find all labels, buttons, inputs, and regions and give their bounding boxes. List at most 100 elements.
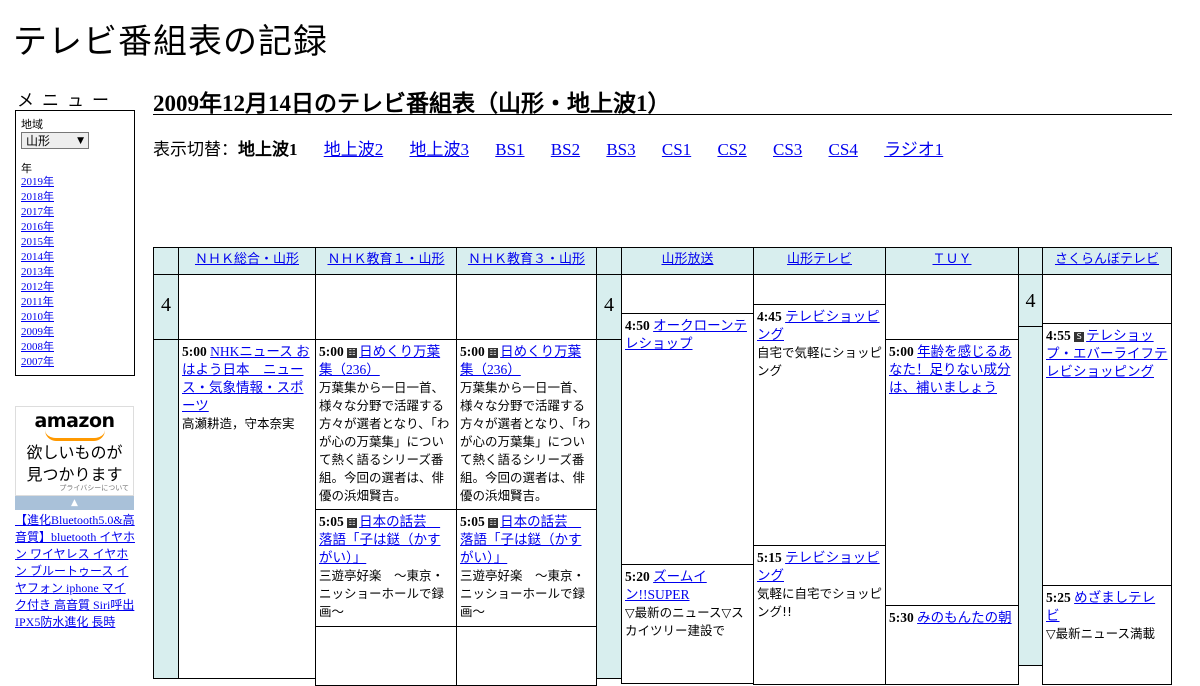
channel-header: さくらんぼテレビ [1042,247,1172,275]
hour-column [1018,326,1043,666]
switch-link-bs2[interactable]: BS2 [551,140,580,159]
program-title-link[interactable]: みのもんたの朝 [917,610,1012,625]
program-desc: ▽最新ニュース満載 [1046,626,1155,641]
region-label: 地域 [21,118,43,131]
year-link[interactable]: 2012年 [21,281,54,293]
region-select-value: 山形 [26,134,51,148]
program-desc: 自宅で気軽にショッピング [757,345,883,378]
program-desc: 気軽に自宅でショッピング!! [757,586,883,619]
hour-label: 4 [153,274,179,340]
data-broadcast-icon: ☷ [488,518,499,528]
switch-link-bs1[interactable]: BS1 [495,140,524,159]
empty-slot [885,274,1019,340]
site-title: テレビ番組表の記録 [13,22,328,62]
program-time: 5:00 [889,344,914,359]
program-cell: 4:50 オークローンテレショップ [621,313,754,565]
program-time: 5:05 [460,514,485,529]
ad-scroll-up-button[interactable]: ▲ [15,496,134,510]
program-cell: 4:55 S テレショップ・エバーライフテレビショッピング [1042,323,1172,586]
hour-label: 4 [596,274,622,340]
hour-column [596,339,622,679]
channel-link[interactable]: 山形放送 [661,252,713,267]
year-link[interactable]: 2007年 [21,356,54,368]
year-link[interactable]: 2016年 [21,221,54,233]
year-link[interactable]: 2014年 [21,251,54,263]
amazon-ad[interactable]: amazon 欲しいものが 見つかります プライバシーについて [15,406,134,496]
year-link[interactable]: 2008年 [21,341,54,353]
hour-column [153,339,179,679]
program-cell: 5:15 テレビショッピング 気軽に自宅でショッピング!! [753,545,886,685]
year-link[interactable]: 2010年 [21,311,54,323]
empty-slot [178,274,316,340]
year-link[interactable]: 2009年 [21,326,54,338]
switch-link-cs1[interactable]: CS1 [662,140,691,159]
empty-slot [621,274,754,314]
channel-link[interactable]: ＮＨＫ教育３・山形 [468,252,585,267]
program-time: 5:15 [757,550,782,565]
channel-header: ＴＵＹ [885,247,1019,275]
channel-header: ＮＨＫ総合・山形 [178,247,316,275]
channel-link[interactable]: ＮＨＫ教育１・山形 [327,252,444,267]
year-list: 2019年 2018年 2017年 2016年 2015年 2014年 2013… [21,175,54,370]
year-link[interactable]: 2013年 [21,266,54,278]
program-desc: 三遊亭好楽 ～東京・ニッショーホールで録画～ [319,568,445,619]
ad-privacy-link[interactable]: プライバシーについて [59,483,129,493]
menu-box: 地域 山形 ▼ 年 2019年 2018年 2017年 2016年 2015年 … [15,110,135,376]
program-time: 5:00 [182,344,207,359]
ad-product-link[interactable]: 【進化Bluetooth5.0&高音質】bluetooth イヤホン ワイヤレス… [15,512,137,631]
switch-link-radio1[interactable]: ラジオ1 [884,140,943,159]
program-desc: ▽最新のニュース▽スカイツリー建設で [625,605,744,638]
program-time: 5:05 [319,514,344,529]
channel-header: ＮＨＫ教育３・山形 [456,247,597,275]
hour-label: 4 [1018,274,1043,327]
year-link[interactable]: 2017年 [21,206,54,218]
program-time: 5:20 [625,569,650,584]
amazon-logo: amazon [34,410,115,432]
switch-link-cs3[interactable]: CS3 [773,140,802,159]
switch-link-terrestrial2[interactable]: 地上波2 [324,140,384,159]
channel-link[interactable]: 山形テレビ [787,252,852,267]
program-time: 5:25 [1046,590,1071,605]
year-link[interactable]: 2019年 [21,176,54,188]
data-broadcast-icon: ☷ [347,348,358,358]
program-time: 5:00 [460,344,485,359]
year-label: 年 [21,162,32,175]
region-select[interactable]: 山形 ▼ [21,132,89,149]
empty-slot [456,274,597,340]
switch-link-terrestrial3[interactable]: 地上波3 [410,140,470,159]
channel-link[interactable]: ＴＵＹ [932,252,971,267]
program-desc: 三遊亭好楽 ～東京・ニッショーホールで録画～ [460,568,586,619]
empty-slot [1042,274,1172,324]
program-cell: 5:00 NHKニュース おはよう日本 ニュース・気象情報・スポーツ 高瀬耕造，… [178,339,316,679]
channel-header: ＮＨＫ教育１・山形 [315,247,457,275]
year-link[interactable]: 2015年 [21,236,54,248]
data-broadcast-icon: ☷ [488,348,499,358]
channel-link[interactable]: さくらんぼテレビ [1055,252,1159,267]
switch-link-cs2[interactable]: CS2 [717,140,746,159]
channel-header: 山形放送 [621,247,754,275]
program-time: 5:30 [889,610,914,625]
ad-tagline-1: 欲しいものが [26,443,123,462]
program-cell: 5:00 ☷ 日めくり万葉集（236） 万葉集から一日一首、様々な分野で活躍する方… [456,339,597,510]
switch-link-bs3[interactable]: BS3 [606,140,635,159]
year-link[interactable]: 2011年 [21,296,54,308]
program-cell [315,626,457,686]
program-cell: 5:00 ☷ 日めくり万葉集（236） 万葉集から一日一首、様々な分野で活躍する方… [315,339,457,510]
program-cell: 5:30 みのもんたの朝 [885,605,1019,685]
program-grid: ＮＨＫ総合・山形 ＮＨＫ教育１・山形 ＮＨＫ教育３・山形 山形放送 山形テレビ … [153,247,1172,686]
program-cell: 5:20 ズームイン!!SUPER ▽最新のニュース▽スカイツリー建設で [621,564,754,684]
channel-link[interactable]: ＮＨＫ総合・山形 [195,252,299,267]
program-desc: 万葉集から一日一首、様々な分野で活躍する方々が選者となり、「わが心の万葉集」につ… [319,380,450,503]
hour-header-cell [596,247,622,275]
channel-header: 山形テレビ [753,247,886,275]
hour-header-cell [1018,247,1043,275]
hour-header-cell [153,247,179,275]
program-desc: 万葉集から一日一首、様々な分野で活躍する方々が選者となり、「わが心の万葉集」につ… [460,380,591,503]
switch-link-cs4[interactable]: CS4 [829,140,858,159]
program-cell: 5:00 年齢を感じるあなた！足りない成分は、補いましょう [885,339,1019,606]
year-link[interactable]: 2018年 [21,191,54,203]
data-broadcast-icon: ☷ [347,518,358,528]
broadcast-switcher: 表示切替：地上波1 地上波2 地上波3 BS1 BS2 BS3 CS1 CS2 … [153,135,943,160]
empty-slot [753,274,886,305]
switch-label: 表示切替： [153,140,238,159]
